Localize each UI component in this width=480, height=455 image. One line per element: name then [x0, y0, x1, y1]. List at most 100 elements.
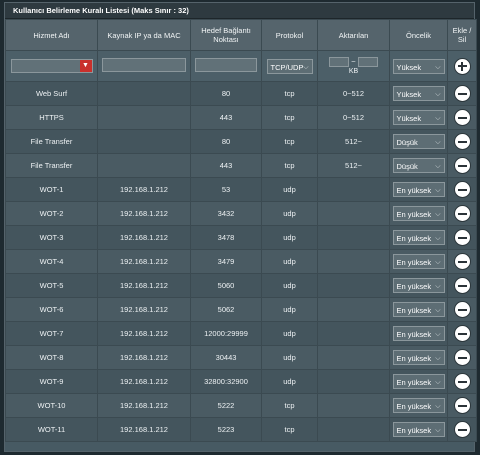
row-priority-select[interactable]: En yüksek ⌵: [392, 254, 445, 269]
row-priority-select[interactable]: En yüksek ⌵: [392, 206, 445, 221]
table-row: WOT-3 192.168.1.212 3478 udp En yüksek ⌵: [5, 225, 477, 250]
cell-port: 80: [190, 81, 262, 106]
dest-port-input[interactable]: [195, 58, 257, 72]
row-priority-select[interactable]: En yüksek ⌵: [392, 350, 445, 365]
chevron-down-icon: ▼: [82, 62, 89, 69]
row-priority-value: En yüksek: [396, 426, 432, 435]
service-name-input[interactable]: ▼: [10, 59, 93, 73]
cell-port: 5223: [190, 417, 262, 442]
protocol-select[interactable]: TCP/UDP ⌵: [266, 58, 313, 74]
cell-source: [97, 105, 191, 130]
chevron-down-icon: ⌵: [435, 63, 441, 71]
add-rule-button[interactable]: [454, 58, 470, 74]
table-row: WOT-8 192.168.1.212 30443 udp En yüksek …: [5, 345, 477, 370]
cell-service: WOT-7: [5, 321, 98, 346]
service-dropdown-button[interactable]: ▼: [79, 60, 92, 72]
delete-rule-button[interactable]: [454, 254, 470, 269]
row-priority-select[interactable]: En yüksek ⌵: [392, 302, 445, 317]
delete-rule-button[interactable]: [454, 422, 470, 437]
table-row: File Transfer 443 tcp 512~ Düşük ⌵: [5, 153, 477, 178]
row-priority-select[interactable]: En yüksek ⌵: [392, 374, 445, 389]
priority-select-value: Yüksek: [396, 62, 422, 72]
minus-circle-icon: [457, 212, 467, 215]
cell-port: 5222: [190, 393, 262, 418]
cell-service: WOT-8: [5, 345, 98, 370]
cell-port: 5062: [190, 297, 262, 322]
table-row: WOT-4 192.168.1.212 3479 udp En yüksek ⌵: [5, 249, 477, 274]
delete-rule-button[interactable]: [454, 398, 470, 413]
cell-protocol: tcp: [261, 153, 318, 178]
row-priority-value: En yüksek: [396, 378, 432, 387]
row-priority-select[interactable]: En yüksek ⌵: [392, 398, 445, 413]
dest-port-label-2: Noktası: [213, 35, 239, 44]
source-ip-input[interactable]: [102, 58, 186, 72]
delete-rule-button[interactable]: [454, 182, 470, 197]
cell-transferred: 512~: [317, 153, 390, 178]
row-priority-select[interactable]: Düşük ⌵: [392, 134, 445, 149]
delete-rule-button[interactable]: [454, 158, 470, 173]
row-priority-select[interactable]: En yüksek ⌵: [392, 422, 445, 437]
cell-port: 443: [190, 153, 262, 178]
minus-circle-icon: [457, 260, 467, 263]
delete-rule-button[interactable]: [454, 326, 470, 341]
cell-source: 192.168.1.212: [97, 225, 191, 250]
cell-protocol: udp: [261, 297, 318, 322]
transfer-unit-label: KB: [348, 68, 359, 75]
delete-rule-button[interactable]: [454, 302, 470, 317]
row-priority-select[interactable]: En yüksek ⌵: [392, 326, 445, 341]
row-priority-value: Düşük: [396, 162, 418, 171]
minus-circle-icon: [457, 188, 467, 191]
delete-rule-button[interactable]: [454, 110, 470, 125]
minus-circle-icon: [457, 404, 467, 407]
delete-rule-button[interactable]: [454, 206, 470, 221]
col-header-protocol: Protokol: [261, 19, 318, 51]
cell-protocol: udp: [261, 225, 318, 250]
col-header-priority: Öncelik: [389, 19, 448, 51]
table-row: WOT-1 192.168.1.212 53 udp En yüksek ⌵: [5, 177, 477, 202]
row-priority-select[interactable]: Yüksek ⌵: [392, 110, 445, 125]
transfer-min-input[interactable]: [329, 57, 350, 67]
delete-rule-button[interactable]: [454, 134, 470, 149]
chevron-down-icon: ⌵: [435, 331, 441, 338]
row-priority-select[interactable]: En yüksek ⌵: [392, 278, 445, 293]
cell-source: [97, 81, 191, 106]
minus-circle-icon: [457, 236, 467, 239]
priority-select[interactable]: Yüksek ⌵: [392, 58, 445, 74]
row-priority-value: Yüksek: [396, 114, 422, 123]
cell-port: 3479: [190, 249, 262, 274]
minus-circle-icon: [457, 116, 467, 119]
cell-source: 192.168.1.212: [97, 201, 191, 226]
row-priority-select[interactable]: En yüksek ⌵: [392, 182, 445, 197]
col-header-add-delete: Ekle / Sil: [447, 19, 477, 51]
chevron-down-icon: ⌵: [435, 139, 441, 146]
cell-source: 192.168.1.212: [97, 249, 191, 274]
cell-service: File Transfer: [5, 153, 98, 178]
delete-rule-button[interactable]: [454, 230, 470, 245]
row-priority-select[interactable]: Yüksek ⌵: [392, 86, 445, 101]
row-priority-select[interactable]: En yüksek ⌵: [392, 230, 445, 245]
row-priority-value: En yüksek: [396, 402, 432, 411]
col-header-dest-port: Hedef Bağlantı Noktası: [190, 19, 262, 51]
cell-source: 192.168.1.212: [97, 417, 191, 442]
row-priority-select[interactable]: Düşük ⌵: [392, 158, 445, 173]
cell-protocol: udp: [261, 369, 318, 394]
delete-rule-button[interactable]: [454, 350, 470, 365]
row-priority-value: En yüksek: [396, 234, 432, 243]
cell-transferred: [317, 177, 390, 202]
minus-circle-icon: [457, 428, 467, 431]
delete-rule-button[interactable]: [454, 374, 470, 389]
cell-transferred: [317, 273, 390, 298]
cell-source: 192.168.1.212: [97, 345, 191, 370]
cell-service: HTTPS: [5, 105, 98, 130]
col-header-transferred: Aktarılan: [317, 19, 390, 51]
delete-rule-button[interactable]: [454, 86, 470, 101]
cell-port: 12000:29999: [190, 321, 262, 346]
transfer-max-input[interactable]: [357, 57, 378, 67]
cell-source: 192.168.1.212: [97, 369, 191, 394]
cell-transferred: [317, 369, 390, 394]
table-row: WOT-2 192.168.1.212 3432 udp En yüksek ⌵: [5, 201, 477, 226]
cell-port: 30443: [190, 345, 262, 370]
qos-rules-panel: Kullanıcı Belirleme Kuralı Listesi (Maks…: [4, 2, 477, 452]
cell-protocol: tcp: [261, 105, 318, 130]
delete-rule-button[interactable]: [454, 278, 470, 293]
